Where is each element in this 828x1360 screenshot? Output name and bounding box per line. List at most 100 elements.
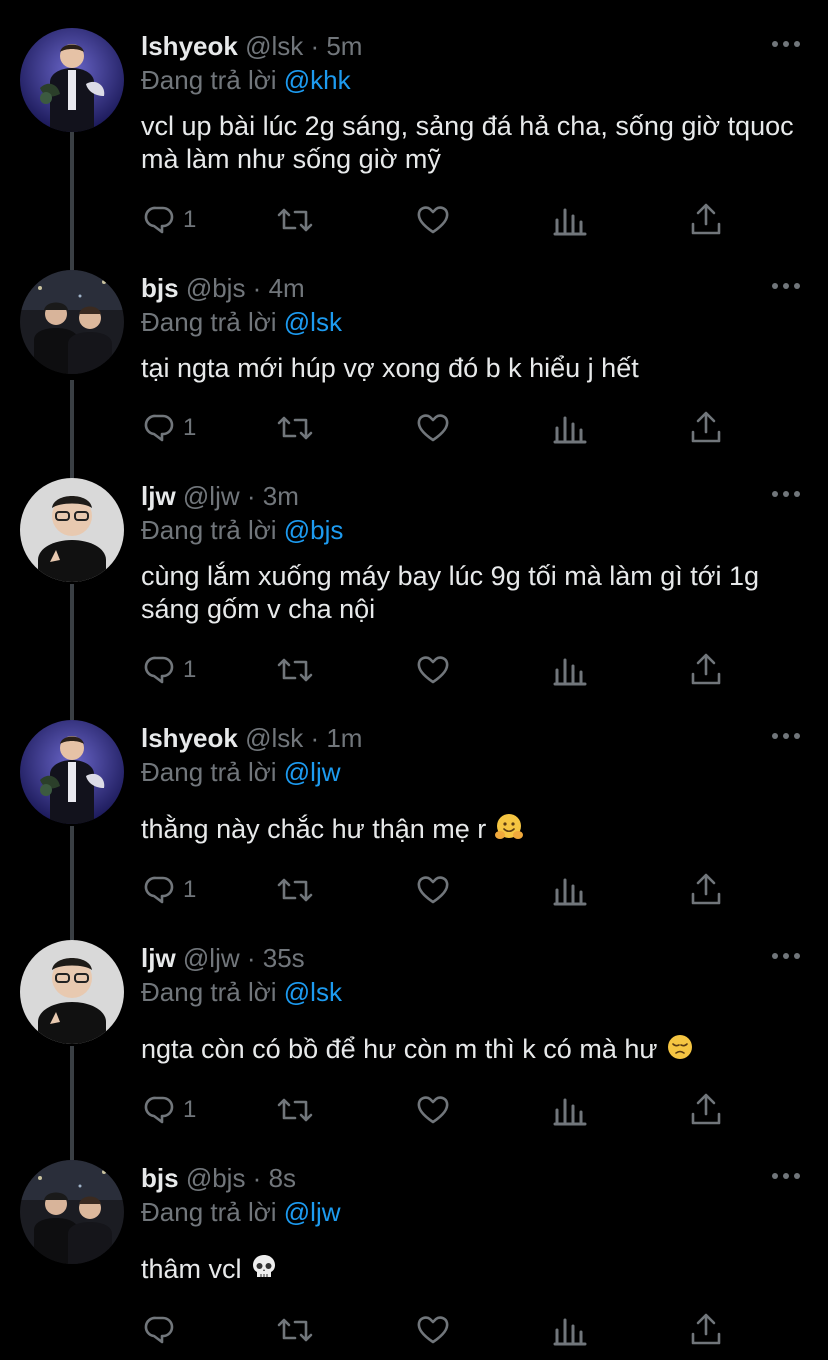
reply-button[interactable]: 1 bbox=[141, 1092, 196, 1128]
analytics-button[interactable] bbox=[553, 872, 587, 908]
display-name[interactable]: bjs bbox=[141, 273, 179, 303]
share-button[interactable] bbox=[689, 1092, 723, 1128]
like-icon bbox=[417, 1316, 449, 1344]
username[interactable]: @bjs bbox=[186, 1163, 246, 1193]
analytics-icon bbox=[553, 658, 587, 686]
retweet-button[interactable] bbox=[275, 1092, 315, 1128]
reply-button[interactable]: 1 bbox=[141, 410, 196, 446]
like-button[interactable] bbox=[415, 1312, 451, 1348]
username[interactable]: @lsk bbox=[245, 31, 303, 61]
retweet-button[interactable] bbox=[275, 202, 315, 238]
more-icon[interactable] bbox=[770, 946, 802, 966]
like-button[interactable] bbox=[415, 202, 451, 238]
username[interactable]: @ljw bbox=[183, 481, 240, 511]
mention-link[interactable]: @ljw bbox=[284, 757, 341, 787]
tweet-text: thâm vcl bbox=[141, 1252, 801, 1286]
analytics-button[interactable] bbox=[553, 202, 587, 238]
mention-link[interactable]: @lsk bbox=[284, 307, 342, 337]
retweet-icon bbox=[277, 878, 313, 902]
reply-button[interactable] bbox=[141, 1312, 183, 1348]
timestamp[interactable]: 35s bbox=[263, 943, 305, 973]
more-icon[interactable] bbox=[770, 276, 802, 296]
retweet-button[interactable] bbox=[275, 872, 315, 908]
hugging-face-emoji bbox=[494, 814, 523, 839]
reply-button[interactable]: 1 bbox=[141, 652, 196, 688]
share-button[interactable] bbox=[689, 652, 723, 688]
timestamp[interactable]: 3m bbox=[263, 481, 299, 511]
tweet-text-content: thâm vcl bbox=[141, 1254, 242, 1284]
analytics-button[interactable] bbox=[553, 1092, 587, 1128]
share-button[interactable] bbox=[689, 410, 723, 446]
share-button[interactable] bbox=[689, 202, 723, 238]
like-button[interactable] bbox=[415, 410, 451, 446]
username[interactable]: @ljw bbox=[183, 943, 240, 973]
display-name[interactable]: ljw bbox=[141, 943, 176, 973]
tweet-text: cùng lắm xuống máy bay lúc 9g tối mà làm… bbox=[141, 560, 801, 626]
tweet-text: vcl up bài lúc 2g sáng, sảng đá hả cha, … bbox=[141, 110, 801, 176]
analytics-icon bbox=[553, 1098, 587, 1126]
analytics-icon bbox=[553, 1318, 587, 1346]
retweet-button[interactable] bbox=[275, 1312, 315, 1348]
avatar[interactable] bbox=[20, 478, 124, 582]
replying-to: Đang trả lời @lsk bbox=[141, 306, 342, 338]
conversation-thread: lshyeok @lsk · 5m Đang trả lời @khk vcl … bbox=[0, 0, 828, 1360]
reply-button[interactable]: 1 bbox=[141, 872, 196, 908]
mention-link[interactable]: @ljw bbox=[284, 1197, 341, 1227]
display-name[interactable]: bjs bbox=[141, 1163, 179, 1193]
reply-icon bbox=[144, 1316, 174, 1344]
retweet-icon bbox=[277, 1318, 313, 1342]
like-icon bbox=[417, 414, 449, 442]
mention-link[interactable]: @khk bbox=[284, 65, 351, 95]
timestamp[interactable]: 5m bbox=[326, 31, 362, 61]
more-icon[interactable] bbox=[770, 1166, 802, 1186]
more-icon[interactable] bbox=[770, 34, 802, 54]
more-icon[interactable] bbox=[770, 726, 802, 746]
like-button[interactable] bbox=[415, 652, 451, 688]
thread-line bbox=[70, 584, 74, 720]
like-icon bbox=[417, 876, 449, 904]
username[interactable]: @bjs bbox=[186, 273, 246, 303]
tweet-actions: 1 bbox=[141, 202, 741, 238]
timestamp[interactable]: 1m bbox=[326, 723, 362, 753]
share-icon bbox=[691, 411, 721, 443]
replying-label: Đang trả lời bbox=[141, 307, 284, 337]
display-name[interactable]: lshyeok bbox=[141, 723, 238, 753]
tweet-header: lshyeok @lsk · 1m bbox=[141, 722, 362, 754]
username[interactable]: @lsk bbox=[245, 723, 303, 753]
reply-icon bbox=[144, 206, 174, 234]
like-button[interactable] bbox=[415, 1092, 451, 1128]
avatar[interactable] bbox=[20, 28, 124, 132]
share-icon bbox=[691, 873, 721, 905]
analytics-button[interactable] bbox=[553, 1312, 587, 1348]
reply-icon bbox=[144, 1096, 174, 1124]
retweet-button[interactable] bbox=[275, 652, 315, 688]
timestamp[interactable]: 8s bbox=[269, 1163, 296, 1193]
analytics-button[interactable] bbox=[553, 652, 587, 688]
tweet-text: tại ngta mới húp vợ xong đó b k hiểu j h… bbox=[141, 352, 801, 385]
replying-label: Đang trả lời bbox=[141, 757, 284, 787]
mention-link[interactable]: @bjs bbox=[284, 515, 344, 545]
thread-line bbox=[70, 1046, 74, 1160]
thread-line bbox=[70, 380, 74, 480]
replying-label: Đang trả lời bbox=[141, 515, 284, 545]
share-button[interactable] bbox=[689, 872, 723, 908]
display-name[interactable]: lshyeok bbox=[141, 31, 238, 61]
tweet-header: ljw @ljw · 35s bbox=[141, 942, 305, 974]
mention-link[interactable]: @lsk bbox=[284, 977, 342, 1007]
more-icon[interactable] bbox=[770, 484, 802, 504]
reply-button[interactable]: 1 bbox=[141, 202, 196, 238]
like-icon bbox=[417, 1096, 449, 1124]
display-name[interactable]: ljw bbox=[141, 481, 176, 511]
tweet-actions: 1 bbox=[141, 652, 741, 688]
like-button[interactable] bbox=[415, 872, 451, 908]
analytics-button[interactable] bbox=[553, 410, 587, 446]
timestamp[interactable]: 4m bbox=[269, 273, 305, 303]
retweet-button[interactable] bbox=[275, 410, 315, 446]
avatar[interactable] bbox=[20, 270, 124, 374]
avatar[interactable] bbox=[20, 940, 124, 1044]
thread-line bbox=[70, 128, 74, 272]
avatar[interactable] bbox=[20, 1160, 124, 1264]
replying-to: Đang trả lời @ljw bbox=[141, 756, 341, 788]
share-button[interactable] bbox=[689, 1312, 723, 1348]
avatar[interactable] bbox=[20, 720, 124, 824]
